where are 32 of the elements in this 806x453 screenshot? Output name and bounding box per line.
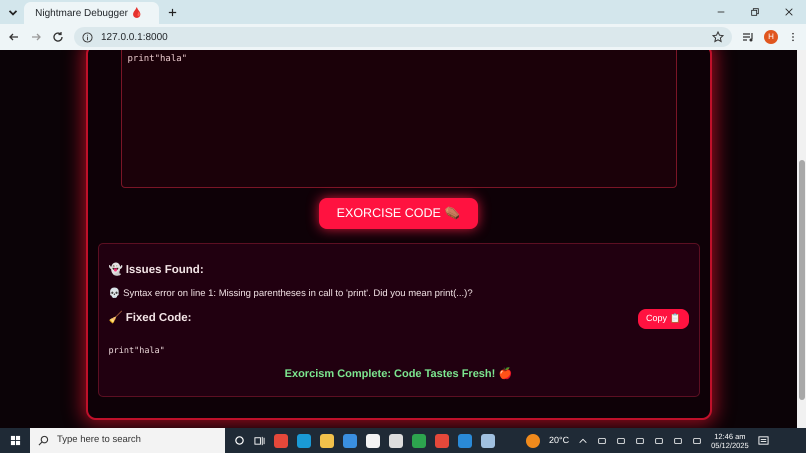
cortana-icon[interactable]: [234, 435, 245, 446]
taskbar-search[interactable]: Type here to search: [30, 428, 225, 453]
notifications-icon[interactable]: [758, 435, 769, 446]
fixed-code: print"hala": [108, 344, 166, 358]
tab-title: Nightmare Debugger 🩸: [35, 6, 143, 20]
close-icon[interactable]: [784, 7, 794, 17]
windows-start-icon[interactable]: [10, 435, 21, 446]
temperature: 20°C: [549, 434, 570, 447]
search-placeholder: Type here to search: [57, 433, 141, 448]
star-icon[interactable]: [712, 31, 724, 43]
issue-message: 💀 Syntax error on line 1: Missing parentheses in call to 'print'. Did you mean print(...)?: [108, 287, 474, 301]
url-text: 127.0.0.1:8000: [101, 30, 169, 44]
profile-avatar[interactable]: H: [764, 30, 778, 44]
reload-icon[interactable]: [52, 31, 64, 43]
browser-tab[interactable]: Nightmare Debugger 🩸: [24, 2, 159, 24]
scrollbar-thumb[interactable]: [798, 160, 804, 400]
success-message: Exorcism Complete: Code Tastes Fresh! 🍎: [284, 366, 514, 382]
fixed-code-heading: 🧹 Fixed Code:: [108, 310, 192, 326]
weather-icon[interactable]: [526, 434, 540, 448]
copy-button[interactable]: Copy 📋: [638, 309, 688, 329]
back-icon[interactable]: [8, 31, 20, 43]
new-tab-icon[interactable]: [167, 7, 178, 18]
forward-icon[interactable]: [30, 31, 42, 43]
address-bar[interactable]: 127.0.0.1:8000: [74, 27, 732, 47]
task-view-icon[interactable]: [254, 435, 265, 446]
exorcise-button[interactable]: EXORCISE CODE ⚰: [318, 198, 478, 229]
code-editor[interactable]: print"hala": [120, 50, 676, 188]
media-icon[interactable]: [742, 31, 754, 43]
restore-icon[interactable]: [750, 7, 760, 17]
search-icon: [38, 435, 49, 446]
issues-heading: 👻 Issues Found:: [108, 262, 205, 278]
info-icon[interactable]: [82, 32, 93, 42]
